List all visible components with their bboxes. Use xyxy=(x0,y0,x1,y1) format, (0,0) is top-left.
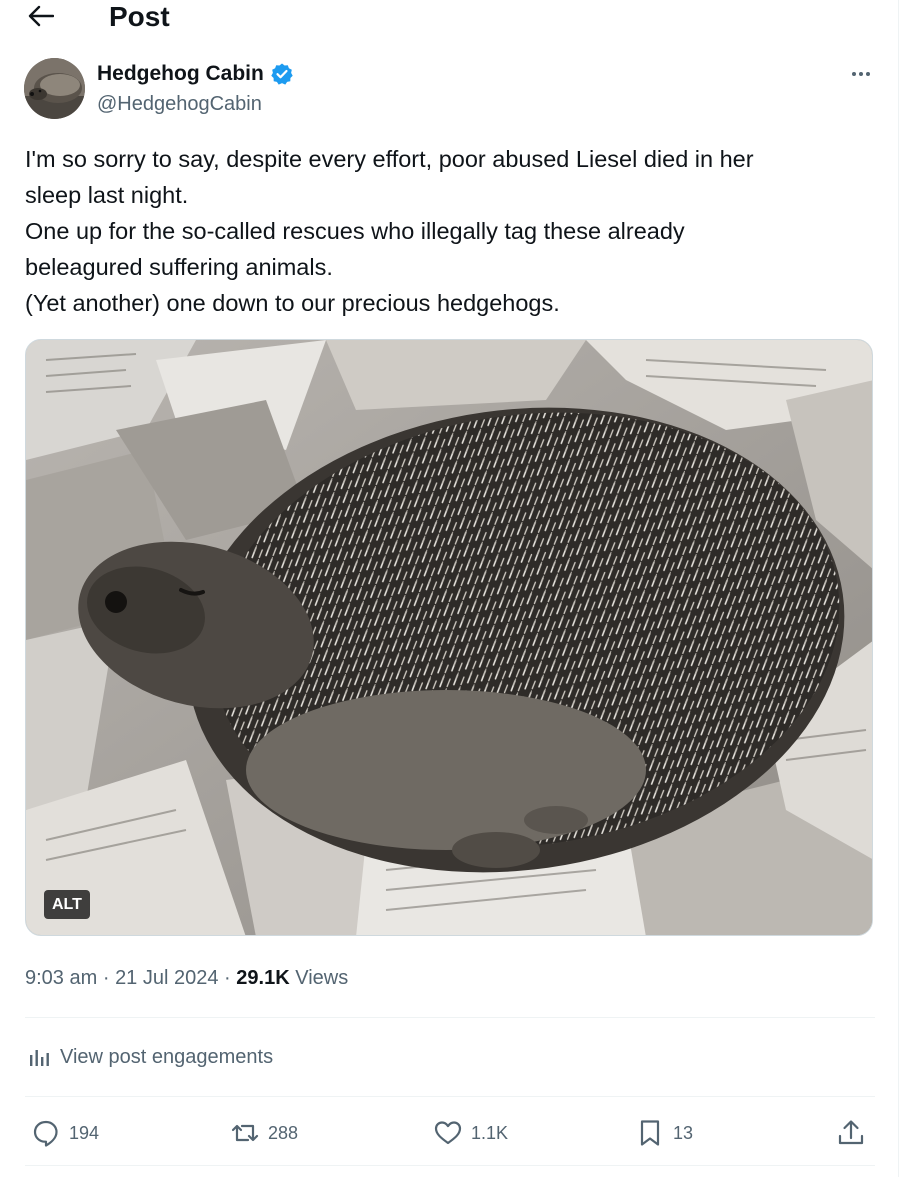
post-text-line: beleagured suffering animals. xyxy=(25,254,333,280)
page-title: Post xyxy=(109,1,170,32)
reply-icon xyxy=(33,1120,58,1147)
reply-button[interactable]: 194 xyxy=(31,1113,99,1153)
author-handle[interactable]: @HedgehogCabin xyxy=(97,91,262,117)
arrow-left-icon xyxy=(28,5,54,27)
view-engagements-label: View post engagements xyxy=(60,1046,274,1068)
analytics-bars-icon xyxy=(30,1050,49,1066)
post-detail-page: Post Hedgehog Cabin @HedgehogCabin I'm s… xyxy=(0,0,899,1177)
views-label: Views xyxy=(295,967,349,989)
post-date[interactable]: 21 Jul 2024 xyxy=(115,967,218,989)
repost-button[interactable]: 288 xyxy=(230,1113,298,1153)
repost-icon xyxy=(231,1124,259,1142)
post-text-line: I'm so sorry to say, despite every effor… xyxy=(25,146,754,172)
meta-separator: · xyxy=(224,967,231,989)
like-count: 1.1K xyxy=(471,1122,509,1143)
hedgehog-photo xyxy=(26,340,872,935)
more-dot-icon xyxy=(852,72,856,76)
alt-text-badge[interactable]: ALT xyxy=(44,890,90,919)
hedgehog-avatar-image xyxy=(24,58,85,119)
more-options-button[interactable] xyxy=(845,62,877,86)
bookmark-icon xyxy=(640,1120,660,1146)
bookmark-count: 13 xyxy=(673,1122,694,1143)
share-button[interactable] xyxy=(836,1113,866,1153)
views-count: 29.1K xyxy=(236,967,290,989)
avatar[interactable] xyxy=(24,58,85,119)
top-bar: Post xyxy=(0,0,899,40)
post-text: I'm so sorry to say, despite every effor… xyxy=(25,141,885,321)
reply-count: 194 xyxy=(69,1122,100,1143)
author-name-text: Hedgehog Cabin xyxy=(97,62,264,85)
view-engagements-link[interactable]: View post engagements xyxy=(28,1042,273,1072)
author-name[interactable]: Hedgehog Cabin xyxy=(97,60,294,88)
back-button[interactable] xyxy=(24,2,58,30)
heart-icon xyxy=(434,1121,462,1145)
divider xyxy=(25,1165,875,1166)
post-media-image[interactable]: ALT xyxy=(25,339,873,936)
post-text-line: One up for the so-called rescues who ill… xyxy=(25,218,685,244)
divider xyxy=(25,1017,875,1018)
share-icon xyxy=(838,1120,864,1145)
more-dot-icon xyxy=(866,72,870,76)
post-meta: 9:03 am · 21 Jul 2024 · 29.1K Views xyxy=(25,964,348,992)
post-text-line: sleep last night. xyxy=(25,182,189,208)
meta-separator: · xyxy=(102,967,110,989)
post-text-line: (Yet another) one down to our precious h… xyxy=(25,290,560,316)
divider xyxy=(25,1096,875,1097)
bookmark-button[interactable]: 13 xyxy=(635,1113,693,1153)
like-button[interactable]: 1.1K xyxy=(433,1113,508,1153)
repost-count: 288 xyxy=(268,1122,299,1143)
more-dot-icon xyxy=(859,72,863,76)
action-bar: 194 288 1.1K 13 xyxy=(25,1113,875,1153)
post-time[interactable]: 9:03 am xyxy=(25,967,97,989)
verified-badge-icon xyxy=(271,63,293,85)
